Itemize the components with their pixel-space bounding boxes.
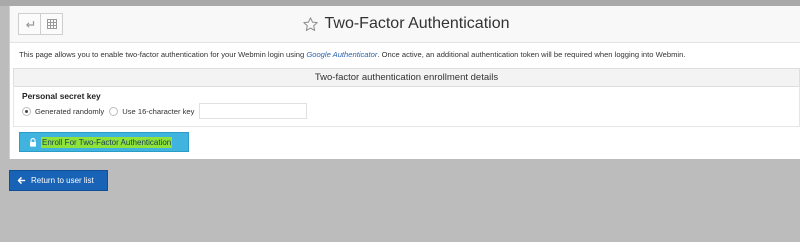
lock-icon <box>30 137 36 147</box>
enrollment-section: Personal secret key Generated randomly U… <box>13 86 800 127</box>
radio-use-16-character-key[interactable] <box>109 106 119 116</box>
page-header: Two-Factor Authentication <box>10 6 800 43</box>
enroll-button[interactable]: Enroll For Two-Factor Authentication <box>19 132 189 152</box>
enroll-button-label: Enroll For Two-Factor Authentication <box>41 136 173 148</box>
google-authenticator-link[interactable]: Google Authenticator <box>306 50 377 59</box>
secret-key-options: Generated randomly Use 16-character key <box>22 103 308 119</box>
radio-generated-randomly[interactable] <box>22 106 31 116</box>
intro-text-after: . Once active, an additional authenticat… <box>377 50 686 59</box>
arrow-left-icon <box>17 176 26 185</box>
page-title-wrap: Two-Factor Authentication <box>10 6 800 42</box>
return-to-user-list-button[interactable]: Return to user list <box>9 170 108 191</box>
secret-key-input[interactable] <box>199 103 308 119</box>
return-to-user-list-label: Return to user list <box>31 176 94 185</box>
intro-text: This page allows you to enable two-facto… <box>19 50 685 59</box>
section-title: Two-factor authentication enrollment det… <box>13 68 800 87</box>
main-panel: Two-Factor Authentication This page allo… <box>9 6 800 159</box>
radio-generated-randomly-label: Generated randomly <box>35 106 105 116</box>
page-title: Two-Factor Authentication <box>324 15 510 32</box>
intro-text-before: This page allows you to enable two-facto… <box>19 50 307 59</box>
secret-key-label: Personal secret key <box>22 91 101 101</box>
star-icon[interactable] <box>302 16 319 33</box>
radio-use-16-character-key-label: Use 16-character key <box>122 106 195 116</box>
